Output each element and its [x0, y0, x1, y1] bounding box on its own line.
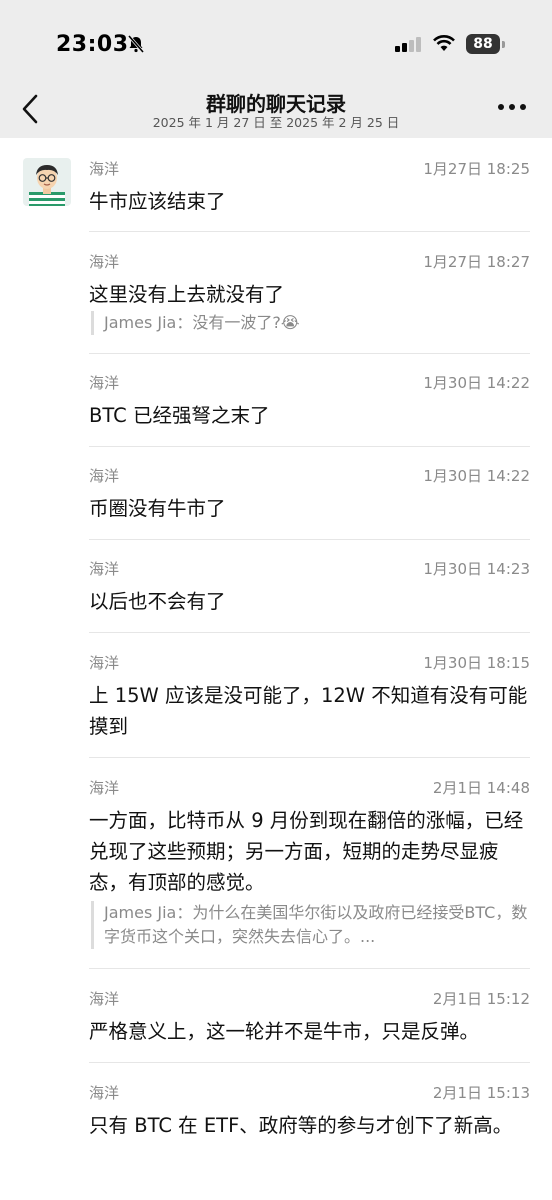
- message-text: 牛市应该结束了: [89, 190, 226, 213]
- message-sender: 海洋: [89, 467, 120, 485]
- message-text: BTC 已经强弩之末了: [89, 404, 270, 427]
- bell-muted-icon: [127, 35, 145, 53]
- divider: [89, 757, 530, 758]
- divider: [89, 968, 530, 969]
- divider: [89, 1062, 530, 1063]
- message-time: 1月27日 18:27: [423, 253, 530, 271]
- quoted-message[interactable]: James Jia：为什么在美国华尔街以及政府已经接受BTC，数字货币这个关口，…: [91, 901, 532, 949]
- divider: [89, 632, 530, 633]
- cellular-signal-icon: [395, 37, 421, 52]
- message-text: 币圈没有牛市了: [89, 497, 226, 520]
- message-time: 1月30日 14:23: [423, 560, 530, 578]
- message-text: 严格意义上，这一轮并不是牛市，只是反弹。: [89, 1020, 480, 1043]
- message-sender: 海洋: [89, 654, 120, 672]
- message-time: 1月30日 18:15: [423, 654, 530, 672]
- quoted-message[interactable]: James Jia：没有一波了?😭: [91, 311, 532, 335]
- message-time: 2月1日 15:13: [432, 1084, 530, 1102]
- top-bar: 23:03 88 群聊的聊天记录 2025 年 1 月 27 日 至 2025 …: [0, 0, 552, 138]
- status-time: 23:03: [56, 32, 129, 57]
- message-sender: 海洋: [89, 1084, 120, 1102]
- message-text: 一方面，比特币从 9 月份到现在翻倍的涨幅，已经兑现了这些预期；另一方面，短期的…: [89, 809, 524, 894]
- battery-tip: [502, 41, 505, 48]
- divider: [89, 539, 530, 540]
- message-sender: 海洋: [89, 253, 120, 271]
- message-time: 1月27日 18:25: [423, 160, 530, 178]
- message-time: 2月1日 14:48: [432, 779, 530, 797]
- message-time: 1月30日 14:22: [423, 467, 530, 485]
- message-sender: 海洋: [89, 990, 120, 1008]
- message-text: 只有 BTC 在 ETF、政府等的参与才创下了新高。: [89, 1114, 513, 1137]
- message-text: 上 15W 应该是没可能了，12W 不知道有没有可能摸到: [89, 684, 528, 738]
- page-subtitle: 2025 年 1 月 27 日 至 2025 年 2 月 25 日: [152, 115, 400, 130]
- message-text: 以后也不会有了: [89, 590, 226, 613]
- divider: [89, 353, 530, 354]
- wifi-icon: [433, 35, 455, 51]
- battery-indicator: 88: [466, 34, 500, 54]
- avatar[interactable]: [23, 158, 71, 206]
- message-sender: 海洋: [89, 560, 120, 578]
- message-time: 1月30日 14:22: [423, 374, 530, 392]
- message-time: 2月1日 15:12: [432, 990, 530, 1008]
- more-options-icon[interactable]: [498, 104, 528, 112]
- divider: [89, 231, 530, 232]
- message-sender: 海洋: [89, 779, 120, 797]
- message-sender: 海洋: [89, 374, 120, 392]
- message-text: 这里没有上去就没有了: [89, 283, 285, 306]
- divider: [89, 446, 530, 447]
- message-sender: 海洋: [89, 160, 120, 178]
